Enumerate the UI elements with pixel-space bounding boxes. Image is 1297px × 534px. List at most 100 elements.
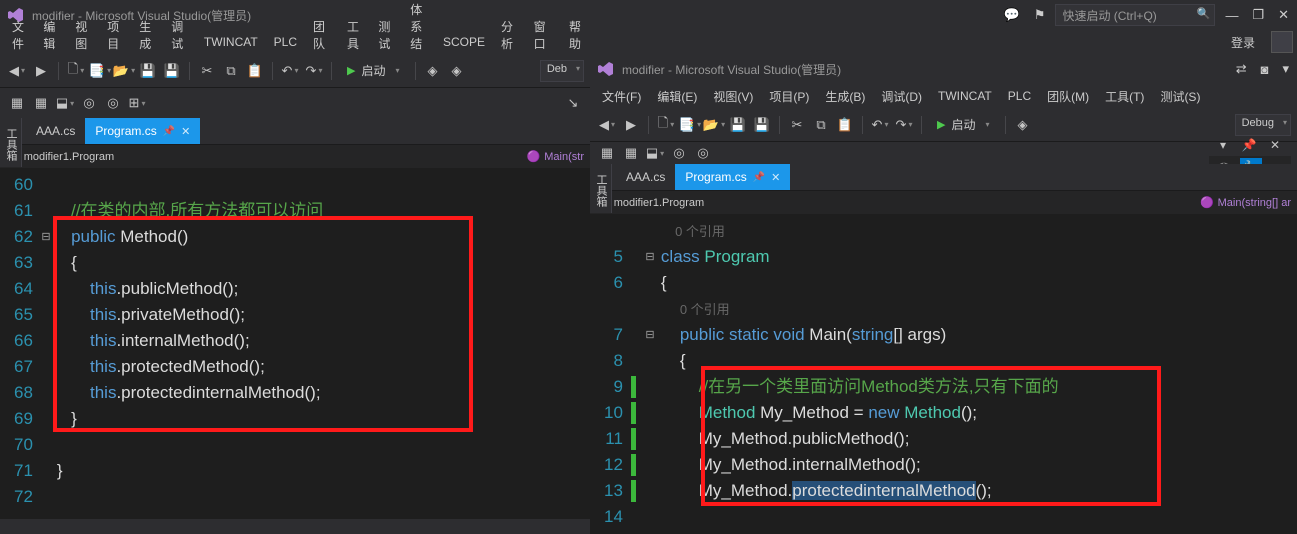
code-text: My_Method. xyxy=(699,481,793,500)
menu-build[interactable]: 生成(B) xyxy=(817,85,873,108)
code-editor[interactable]: 60616263646566676869707172 ⊟ //在类的内部,所有方… xyxy=(0,168,590,519)
tc-icon[interactable]: ▦ xyxy=(596,142,618,164)
redo-icon[interactable]: ↷ xyxy=(303,60,325,82)
tc-icon[interactable]: ◎ xyxy=(78,92,100,114)
save-icon[interactable]: 💾 xyxy=(727,114,749,136)
tc-icon[interactable]: ⊞ xyxy=(126,92,148,114)
tc-icon[interactable]: ▦ xyxy=(620,142,642,164)
undo-icon[interactable]: ↶ xyxy=(869,114,891,136)
menu-plc[interactable]: PLC xyxy=(1000,86,1039,106)
code-area[interactable]: 0 个引用 class Program { 0 个引用 public stati… xyxy=(657,214,1059,534)
nav-fwd-icon[interactable]: ▶ xyxy=(620,114,642,136)
code-type: Method xyxy=(699,403,756,422)
paste-icon[interactable]: 📋 xyxy=(244,60,266,82)
nav-scope[interactable]: 🔷 modifier1.Program xyxy=(590,196,1194,209)
redo-icon[interactable]: ↷ xyxy=(893,114,915,136)
fold-toggle[interactable]: ⊟ xyxy=(643,244,657,270)
quick-launch-input[interactable]: 快速启动 (Ctrl+Q) xyxy=(1055,4,1215,26)
line-numbers: 567891011121314 xyxy=(590,214,629,534)
nav-member[interactable]: 🟣 Main(string[] ar xyxy=(1194,196,1297,209)
close-icon[interactable]: ✕ xyxy=(1265,135,1285,155)
tc-icon[interactable]: ◎ xyxy=(692,142,714,164)
copy-icon[interactable]: ⧉ xyxy=(220,60,242,82)
tab-program[interactable]: Program.cs📌✕ xyxy=(675,164,790,190)
customize-icon[interactable]: ⇄ xyxy=(1236,61,1247,77)
pin-icon[interactable]: 📌 xyxy=(753,172,765,183)
undo-icon[interactable]: ↶ xyxy=(279,60,301,82)
open-icon[interactable]: 📂 xyxy=(703,114,725,136)
menu-twincat[interactable]: TWINCAT xyxy=(930,86,1000,106)
tc-icon[interactable]: ⬓ xyxy=(644,142,666,164)
avatar-icon[interactable] xyxy=(1271,31,1293,53)
sign-in-button[interactable]: 登录 xyxy=(1221,31,1265,54)
tab-program[interactable]: Program.cs📌✕ xyxy=(85,118,200,144)
feedback-icon[interactable]: 💬 xyxy=(1004,7,1020,23)
code-lens[interactable]: 0 个引用 xyxy=(675,224,725,239)
cut-icon[interactable]: ✂ xyxy=(196,60,218,82)
tc-icon[interactable]: ⬓ xyxy=(54,92,76,114)
close-icon[interactable]: ✕ xyxy=(181,125,190,138)
overflow-icon[interactable]: ▾ xyxy=(1282,61,1289,77)
fold-toggle[interactable]: ⊟ xyxy=(643,322,657,348)
tc-icon[interactable]: ◎ xyxy=(102,92,124,114)
fold-toggle[interactable]: ⊟ xyxy=(39,224,53,250)
menu-test[interactable]: 测试(S) xyxy=(1152,85,1208,108)
notify-icon[interactable]: ⚑ xyxy=(1034,7,1046,23)
menu-team[interactable]: 团队(M) xyxy=(1039,85,1097,108)
editor-column: ▾ 📌 ✕ <> 🔧 — ▦ ▦ ⬓ ◎ ◎ 工具箱 AAA.cs xyxy=(590,142,1297,519)
save-all-icon[interactable]: 💾 xyxy=(751,114,773,136)
save-all-icon[interactable]: 💾 xyxy=(161,60,183,82)
toolbox-tab[interactable]: 工具箱 xyxy=(590,164,612,213)
tab-aaa[interactable]: AAA.cs xyxy=(616,164,675,190)
menu-debug[interactable]: 调试(D) xyxy=(873,85,930,108)
tc-icon[interactable]: ▦ xyxy=(6,92,28,114)
start-debug-button[interactable]: ▶启动 xyxy=(338,58,409,83)
restore-icon[interactable]: ❐ xyxy=(1252,7,1264,23)
menu-twincat[interactable]: TWINCAT xyxy=(196,32,266,52)
step-into-icon[interactable]: ↘ xyxy=(562,92,584,114)
close-icon[interactable]: ✕ xyxy=(771,171,780,184)
twincat-icon[interactable]: ◈ xyxy=(422,60,444,82)
copy-icon[interactable]: ⧉ xyxy=(810,114,832,136)
add-item-icon[interactable]: 📑 xyxy=(679,114,701,136)
toolbox-tab[interactable]: 工具箱 xyxy=(0,118,22,167)
twincat-icon2[interactable]: ◈ xyxy=(446,60,468,82)
menu-edit[interactable]: 编辑(E) xyxy=(649,85,705,108)
minimize-icon[interactable]: — xyxy=(1225,8,1238,23)
menu-view[interactable]: 视图(V) xyxy=(705,85,761,108)
paste-icon[interactable]: 📋 xyxy=(834,114,856,136)
nav-member[interactable]: 🟣 Main(str xyxy=(521,150,590,163)
nav-back-icon[interactable]: ◀ xyxy=(6,60,28,82)
code-keyword: public xyxy=(71,227,115,246)
save-icon[interactable]: 💾 xyxy=(137,60,159,82)
nav-back-icon[interactable]: ◀ xyxy=(596,114,618,136)
menu-file[interactable]: 文件(F) xyxy=(594,85,649,108)
add-item-icon[interactable]: 📑 xyxy=(89,60,111,82)
customize-icon[interactable]: ◙ xyxy=(1261,62,1269,77)
new-project-icon[interactable]: 🗋 xyxy=(65,60,87,82)
close-icon[interactable]: ✕ xyxy=(1278,7,1289,23)
pin-icon[interactable]: 📌 xyxy=(1239,135,1259,155)
pin-icon[interactable]: 📌 xyxy=(163,126,175,137)
code-editor[interactable]: 567891011121314 ⊟ ⊟ 0 个引用 class Program {… xyxy=(590,214,1297,534)
new-project-icon[interactable]: 🗋 xyxy=(655,114,677,136)
nav-scope[interactable]: 🔷 modifier1.Program xyxy=(0,150,521,163)
tc-icon[interactable]: ◈ xyxy=(1012,114,1034,136)
dropdown-icon[interactable]: ▾ xyxy=(1213,135,1233,155)
main-toolbar: ◀ ▶ 🗋 📑 📂 💾 💾 ✂ ⧉ 📋 ↶ ↷ ▶启动 ◈ ◈ Deb xyxy=(0,54,590,88)
menu-tools[interactable]: 工具(T) xyxy=(1097,85,1152,108)
start-debug-button[interactable]: ▶启动 xyxy=(928,112,999,137)
solution-config[interactable]: Deb xyxy=(540,60,584,82)
nav-fwd-icon[interactable]: ▶ xyxy=(30,60,52,82)
code-area[interactable]: //在类的内部,所有方法都可以访问 public Method() { this… xyxy=(53,168,323,519)
code-lens[interactable]: 0 个引用 xyxy=(680,302,730,317)
cut-icon[interactable]: ✂ xyxy=(786,114,808,136)
code-text: .protectedinternalMethod(); xyxy=(116,383,320,402)
menu-project[interactable]: 项目(P) xyxy=(761,85,817,108)
tc-icon[interactable]: ◎ xyxy=(668,142,690,164)
tc-icon[interactable]: ▦ xyxy=(30,92,52,114)
open-icon[interactable]: 📂 xyxy=(113,60,135,82)
menu-scope[interactable]: SCOPE xyxy=(435,32,493,52)
tab-aaa[interactable]: AAA.cs xyxy=(26,118,85,144)
menu-plc[interactable]: PLC xyxy=(266,32,305,52)
